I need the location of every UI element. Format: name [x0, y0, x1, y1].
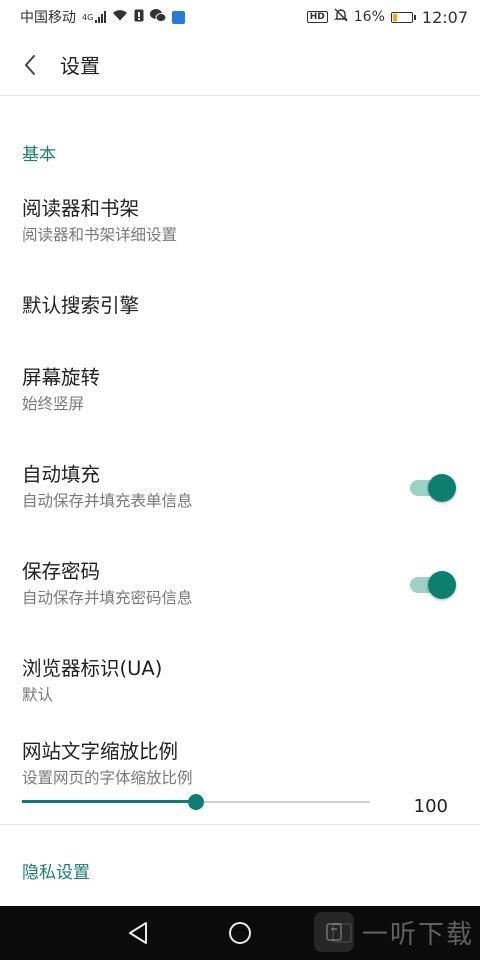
- setting-text-scale: 网站文字缩放比例 设置网页的字体缩放比例: [22, 739, 458, 789]
- status-bar-left: 中国移动 4G: [20, 7, 186, 27]
- slider-knob[interactable]: [188, 794, 204, 810]
- nav-back-button[interactable]: [108, 906, 168, 960]
- wifi-icon: [112, 9, 128, 25]
- slider-fill: [22, 800, 196, 803]
- setting-title: 保存密码: [22, 560, 101, 583]
- setting-title: 默认搜索引擎: [22, 294, 140, 317]
- status-bar: 中国移动 4G HD 16% 12:07: [0, 0, 480, 34]
- chevron-left-icon: [25, 54, 35, 75]
- section-divider: [0, 824, 480, 825]
- toggle-thumb: [428, 571, 456, 599]
- setting-subtitle: 自动保存并填充密码信息: [22, 589, 193, 607]
- mute-icon: [334, 8, 348, 26]
- notification-icon: [134, 9, 144, 26]
- setting-reader-bookshelf[interactable]: 阅读器和书架 阅读器和书架详细设置: [22, 196, 458, 246]
- section-basic-header: 基本: [22, 145, 56, 165]
- home-circle-icon: [229, 922, 251, 944]
- back-button[interactable]: [0, 34, 60, 96]
- battery-percent: 16%: [353, 9, 385, 25]
- wechat-icon: [150, 8, 167, 26]
- setting-user-agent[interactable]: 浏览器标识(UA) 默认: [22, 656, 458, 706]
- setting-title: 网站文字缩放比例: [22, 740, 179, 763]
- page-title: 设置: [60, 54, 100, 78]
- nav-home-button[interactable]: [210, 906, 270, 960]
- setting-subtitle: 自动保存并填充表单信息: [22, 492, 193, 510]
- signal-icon: [95, 11, 107, 23]
- setting-title: 浏览器标识(UA): [22, 657, 163, 680]
- section-privacy-header[interactable]: 隐私设置: [22, 858, 90, 883]
- setting-title: 自动填充: [22, 463, 101, 486]
- setting-subtitle: 默认: [22, 686, 54, 704]
- app-icon: [172, 10, 186, 24]
- text-scale-slider[interactable]: [22, 790, 370, 814]
- setting-subtitle: 设置网页的字体缩放比例: [22, 769, 193, 787]
- watermark-text: 一听下载: [361, 919, 474, 950]
- toggle-thumb: [428, 474, 456, 502]
- autofill-toggle[interactable]: [410, 472, 456, 502]
- setting-subtitle: 阅读器和书架详细设置: [22, 226, 178, 244]
- network-label: 4G: [82, 13, 94, 22]
- setting-default-search-engine[interactable]: 默认搜索引擎: [22, 293, 458, 319]
- setting-save-password[interactable]: 保存密码 自动保存并填充密码信息: [22, 559, 458, 609]
- save-password-toggle[interactable]: [410, 569, 456, 599]
- watermark: 一听下载: [313, 912, 474, 952]
- text-scale-value: 100: [413, 796, 448, 817]
- watermark-logo-icon: [313, 912, 354, 952]
- setting-screen-rotation[interactable]: 屏幕旋转 始终竖屏: [22, 365, 458, 415]
- clock: 12:07: [421, 7, 468, 27]
- hd-badge: HD: [306, 11, 328, 23]
- battery-icon: [390, 11, 416, 23]
- back-triangle-icon: [129, 922, 147, 944]
- setting-title: 阅读器和书架: [22, 197, 140, 220]
- app-bar: 设置: [0, 34, 480, 96]
- setting-subtitle: 始终竖屏: [22, 395, 85, 413]
- carrier-label: 中国移动: [20, 10, 76, 26]
- setting-title: 屏幕旋转: [22, 366, 101, 389]
- status-bar-right: HD 16% 12:07: [306, 7, 468, 27]
- setting-autofill[interactable]: 自动填充 自动保存并填充表单信息: [22, 462, 458, 512]
